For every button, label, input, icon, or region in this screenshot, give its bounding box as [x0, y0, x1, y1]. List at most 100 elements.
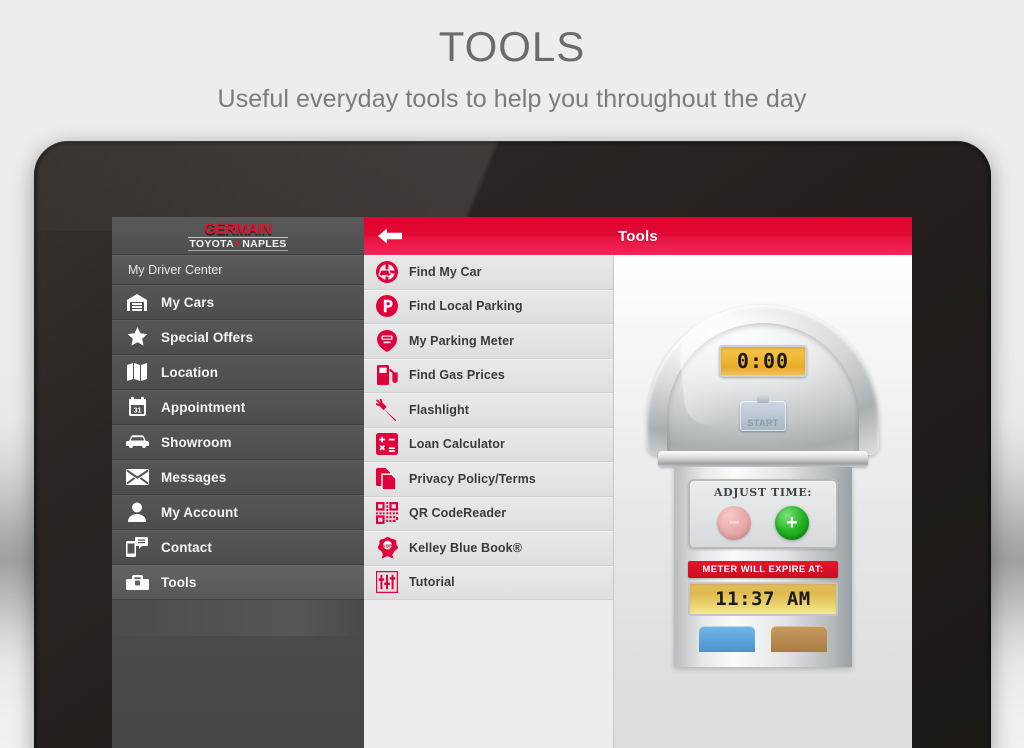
sidebar-item-showroom[interactable]: Showroom: [112, 425, 364, 460]
tool-item-find-local-parking[interactable]: Find Local Parking: [364, 289, 613, 324]
sidebar-item-appointment[interactable]: 31 Appointment: [112, 390, 364, 425]
meter-start-label: START: [747, 418, 779, 428]
dealer-logo-city: NAPLES: [242, 238, 287, 250]
tool-item-flashlight[interactable]: Flashlight: [364, 393, 613, 428]
sidebar-item-label: Showroom: [161, 434, 232, 450]
sidebar-item-label: Location: [161, 364, 219, 380]
tool-item-label: My Parking Meter: [409, 333, 515, 348]
envelope-icon: [124, 465, 150, 489]
sidebar-item-my-cars[interactable]: My Cars: [112, 285, 364, 320]
parking-meter-widget: 0:00 START ADJUST TIME: − + METER WILL E…: [643, 305, 883, 667]
map-icon: [124, 360, 150, 384]
tool-item-privacy-policy-terms[interactable]: Privacy Policy/Terms: [364, 462, 613, 497]
calculator-icon: [375, 432, 399, 456]
tool-item-label: QR CodeReader: [409, 506, 507, 521]
meter-start-button[interactable]: START: [740, 401, 786, 431]
car-locator-icon: [375, 260, 399, 284]
triangle-icon: ▼: [233, 239, 243, 248]
adjust-time-label: ADJUST TIME:: [714, 486, 812, 499]
app-title: Tools: [618, 227, 658, 245]
sidebar-item-messages[interactable]: Messages: [112, 460, 364, 495]
car-icon: [124, 430, 150, 454]
toolbox-icon: [124, 570, 150, 594]
meter-time-display: 0:00: [719, 345, 807, 377]
page-title: TOOLS: [438, 23, 586, 70]
gas-pump-icon: [375, 363, 399, 387]
sidebar: GERMAIN TOYOTA▼NAPLES My Driver Center M…: [112, 217, 364, 748]
adjust-time-buttons: − +: [688, 506, 838, 540]
sidebar-item-label: My Cars: [161, 294, 215, 310]
svg-text:KBB: KBB: [382, 543, 393, 548]
tool-item-kelley-blue-book[interactable]: KBB Kelley Blue Book®: [364, 531, 613, 566]
kbb-badge-icon: KBB: [375, 536, 399, 560]
sidebar-item-my-account[interactable]: My Account: [112, 495, 364, 530]
decrease-time-button[interactable]: −: [717, 506, 751, 540]
tools-list: Find My Car Find Local Parking My Parkin…: [364, 255, 614, 748]
tool-item-label: Kelley Blue Book®: [409, 540, 523, 555]
expiry-time-value: 11:37 AM: [715, 587, 811, 610]
tool-item-my-parking-meter[interactable]: My Parking Meter: [364, 324, 613, 359]
calendar-icon: 31: [124, 395, 150, 419]
tablet-device: GERMAIN TOYOTA▼NAPLES My Driver Center M…: [34, 141, 991, 748]
tool-item-label: Find My Car: [409, 264, 482, 279]
adjust-time-panel: ADJUST TIME: − +: [688, 479, 838, 549]
documents-icon: [375, 467, 399, 491]
increase-time-button[interactable]: +: [775, 506, 809, 540]
expiry-label: METER WILL EXPIRE AT:: [688, 561, 838, 578]
sidebar-filler: [112, 636, 364, 748]
tool-item-label: Find Gas Prices: [409, 368, 505, 383]
expiry-display: 11:37 AM: [688, 582, 838, 616]
tool-item-label: Privacy Policy/Terms: [409, 471, 536, 486]
panes: Find My Car Find Local Parking My Parkin…: [364, 255, 912, 748]
tool-item-find-my-car[interactable]: Find My Car: [364, 255, 613, 290]
sidebar-item-location[interactable]: Location: [112, 355, 364, 390]
parking-meter-icon: [375, 329, 399, 353]
tool-item-tutorial[interactable]: Tutorial: [364, 565, 613, 600]
meter-time-value: 0:00: [736, 349, 790, 373]
sidebar-item-tools[interactable]: Tools: [112, 565, 364, 600]
parking-p-icon: [375, 294, 399, 318]
meter-neck: [658, 451, 868, 467]
sidebar-item-label: Special Offers: [161, 329, 254, 345]
page-subtitle: Useful everyday tools to help you throug…: [217, 85, 807, 113]
dealer-logo-sub: TOYOTA▼NAPLES: [188, 237, 288, 251]
tool-item-qr-codereader[interactable]: QR CodeReader: [364, 496, 613, 531]
sliders-icon: [375, 570, 399, 594]
tool-item-label: Flashlight: [409, 402, 470, 417]
tool-item-find-gas-prices[interactable]: Find Gas Prices: [364, 358, 613, 393]
app-top-bar: Tools: [364, 217, 912, 255]
meter-body: ADJUST TIME: − + METER WILL EXPIRE AT: 1…: [674, 467, 852, 667]
detail-pane: 0:00 START ADJUST TIME: − + METER WILL E…: [614, 255, 912, 748]
dealer-logo-make: TOYOTA: [189, 238, 234, 250]
back-arrow-icon[interactable]: [378, 227, 402, 245]
page-root: TOOLS Useful everyday tools to help you …: [0, 0, 1024, 748]
garage-icon: [124, 290, 150, 314]
sidebar-item-label: My Account: [161, 504, 239, 520]
flashlight-icon: [375, 398, 399, 422]
meter-action-button-blue[interactable]: [699, 626, 755, 652]
sidebar-item-label: Contact: [161, 539, 212, 555]
sidebar-item-label: Messages: [161, 469, 227, 485]
tool-item-loan-calculator[interactable]: Loan Calculator: [364, 427, 613, 462]
meter-dome: 0:00 START: [647, 305, 879, 455]
expiry-panel: METER WILL EXPIRE AT: 11:37 AM: [688, 561, 838, 616]
headline-block: TOOLS Useful everyday tools to help you …: [0, 0, 1024, 112]
meter-action-button-tan[interactable]: [771, 626, 827, 652]
sidebar-item-special-offers[interactable]: Special Offers: [112, 320, 364, 355]
sidebar-section-header: My Driver Center: [112, 255, 364, 285]
meter-action-buttons: [674, 626, 852, 652]
person-icon: [124, 500, 150, 524]
sidebar-item-label: Appointment: [161, 399, 246, 415]
tablet-screen: GERMAIN TOYOTA▼NAPLES My Driver Center M…: [112, 217, 912, 748]
svg-text:31: 31: [133, 408, 141, 415]
qr-code-icon: [375, 501, 399, 525]
dealer-logo: GERMAIN TOYOTA▼NAPLES: [112, 217, 364, 255]
sidebar-item-label: Tools: [161, 574, 197, 590]
tool-item-label: Loan Calculator: [409, 437, 505, 452]
tool-item-label: Find Local Parking: [409, 299, 523, 314]
sidebar-item-contact[interactable]: Contact: [112, 530, 364, 565]
star-icon: [124, 325, 150, 349]
tools-list-filler: [364, 600, 613, 748]
tool-item-label: Tutorial: [409, 575, 455, 590]
content-area: Tools Find My Car Find Local Parking My …: [364, 217, 912, 748]
